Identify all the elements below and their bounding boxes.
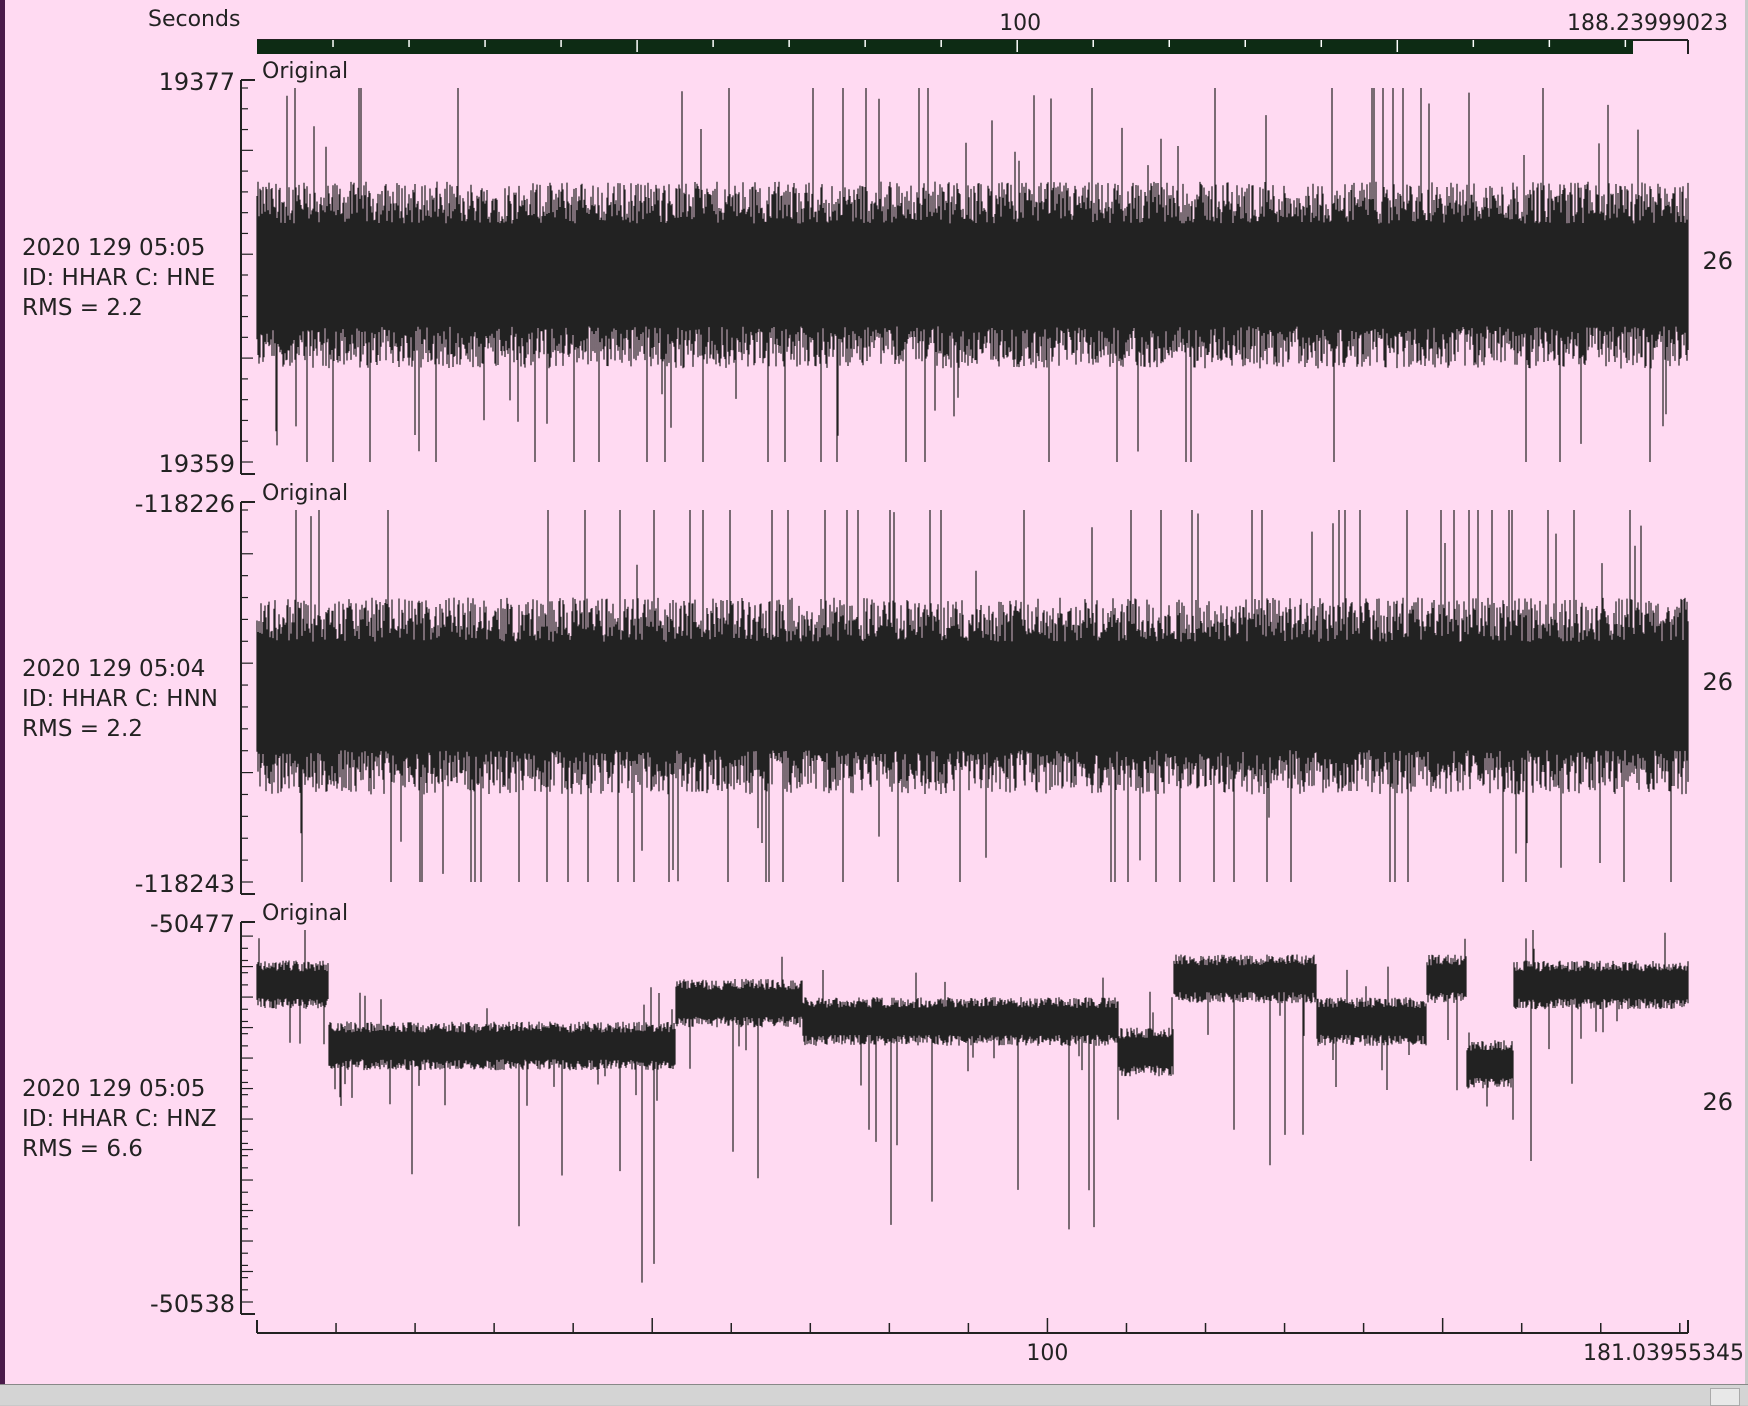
trace-HNE-filter-label: Original [262, 59, 348, 84]
trace-HNN-ymin-label: -118243 [135, 870, 235, 898]
time-scrollbar-thumb[interactable] [257, 40, 1633, 54]
trace-HNZ-filter-label: Original [262, 901, 348, 926]
trace-HNZ-ymin-label: -50538 [150, 1290, 235, 1318]
bottom-axis-end-label: 181.03955345 [1583, 1341, 1744, 1366]
trace-HNN-rms-label: RMS = 2.2 [22, 716, 143, 742]
trace-HNE-ymin-label: 19359 [159, 450, 235, 478]
trace-HNE-rms-label: RMS = 2.2 [22, 295, 143, 321]
top-axis-label: Seconds [148, 7, 240, 32]
resize-corner[interactable] [1710, 1388, 1740, 1406]
status-strip [0, 1384, 1748, 1405]
trace-HNN-ymax-label: -118226 [135, 490, 235, 518]
trace-HNZ-ymax-label: -50477 [150, 910, 235, 938]
trace-HNE-id-label: ID: HHAR C: HNE [22, 265, 215, 291]
trace-HNN-date-label: 2020 129 05:04 [22, 656, 205, 682]
trace-HNE-date-label: 2020 129 05:05 [22, 235, 205, 261]
trace-HNN-filter-label: Original [262, 481, 348, 506]
bottom-axis-tick-label-100: 100 [1026, 1341, 1068, 1366]
top-axis-end-label: 188.23999023 [1567, 11, 1728, 36]
trace-HNZ-waveform [256, 930, 1689, 1283]
trace-HNZ-id-label: ID: HHAR C: HNZ [22, 1106, 217, 1132]
top-axis-tick-label-100: 100 [999, 11, 1041, 36]
trace-HNZ-date-label: 2020 129 05:05 [22, 1076, 205, 1102]
trace-HNE-ymax-label: 19377 [159, 68, 235, 96]
trace-HNE-waveform [256, 88, 1689, 462]
seismogram-window: Seconds 100 188.23999023 100 181.03955345 Ori… [0, 0, 1748, 1406]
seismogram-chart[interactable]: Seconds 100 188.23999023 100 181.03955345 Ori… [5, 0, 1745, 1384]
trace-HNN-id-label: ID: HHAR C: HNN [22, 686, 218, 712]
trace-HNZ-right-label: 26 [1702, 1088, 1733, 1116]
trace-HNE-right-label: 26 [1702, 247, 1733, 275]
trace-HNN-right-label: 26 [1702, 668, 1733, 696]
trace-display[interactable]: Seconds 100 188.23999023 100 181.03955345 Ori… [5, 0, 1745, 1384]
trace-HNN-waveform [256, 510, 1689, 882]
trace-HNZ-rms-label: RMS = 6.6 [22, 1136, 143, 1162]
